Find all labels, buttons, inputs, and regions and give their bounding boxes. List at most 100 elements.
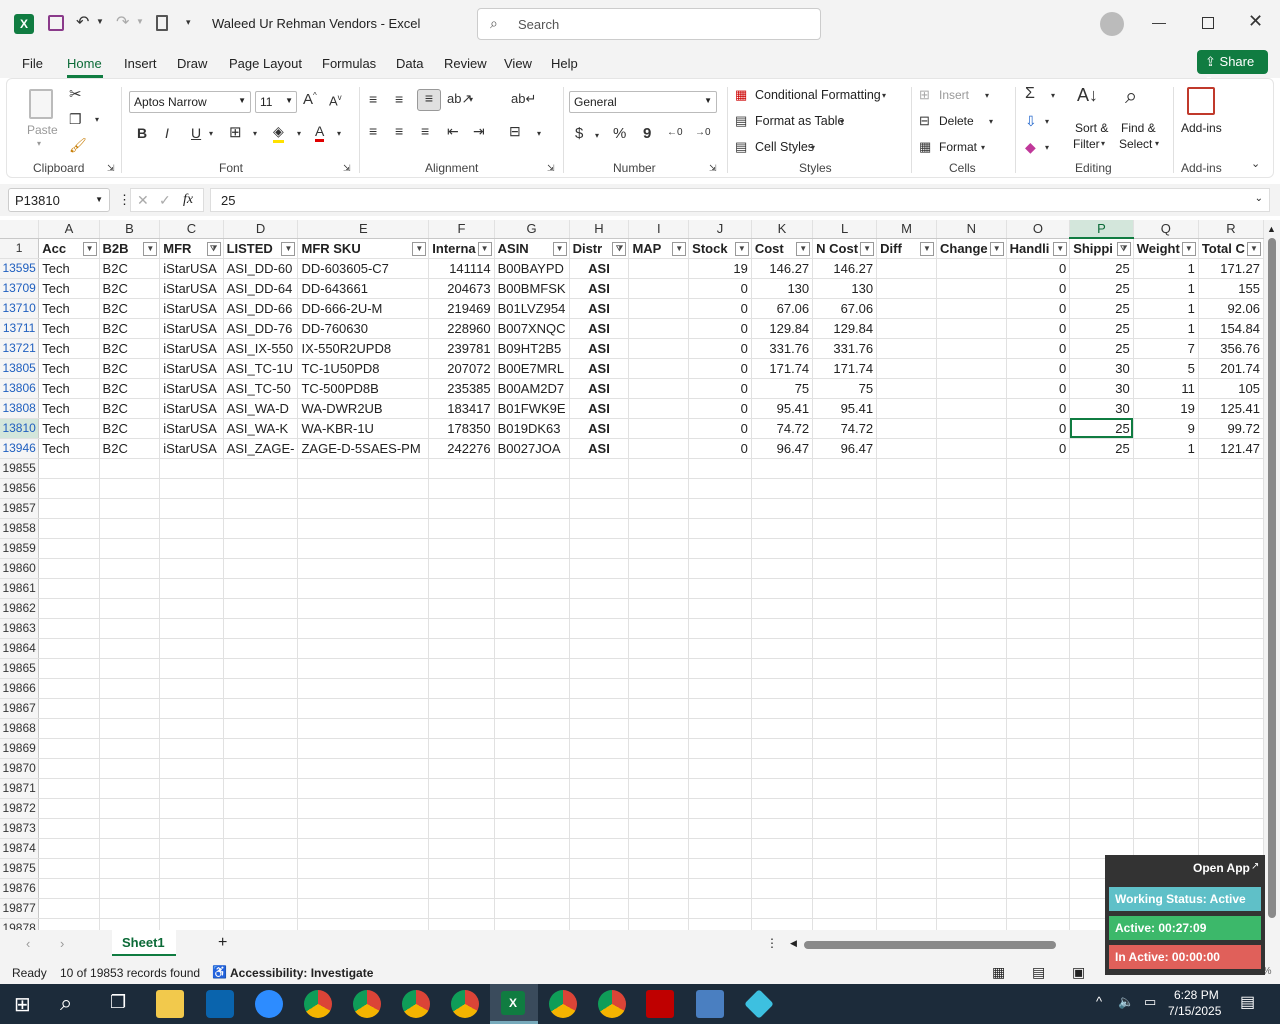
empty-cell[interactable] (159, 598, 224, 619)
empty-cell[interactable] (223, 738, 299, 759)
empty-cell[interactable] (1069, 458, 1134, 479)
align-top-icon[interactable]: ≡ (369, 91, 377, 107)
empty-cell[interactable] (1133, 518, 1199, 539)
table-cell[interactable]: WA-KBR-1U (297, 418, 430, 439)
empty-cell[interactable] (159, 618, 224, 639)
empty-cell[interactable] (1133, 758, 1199, 779)
empty-cell[interactable] (1006, 498, 1071, 519)
empty-cell[interactable] (159, 918, 224, 930)
tab-formulas[interactable]: Formulas (322, 56, 376, 71)
table-cell[interactable]: ASI (569, 338, 630, 359)
table-cell[interactable] (628, 438, 690, 459)
table-cell[interactable]: TC-500PD8B (297, 378, 430, 399)
chevron-down-icon[interactable]: ▾ (985, 91, 989, 100)
name-box[interactable]: P13810 ▼ (8, 188, 110, 212)
table-cell[interactable]: 154.84 (1198, 318, 1264, 339)
empty-cell[interactable] (159, 678, 224, 699)
empty-cell[interactable] (1006, 638, 1071, 659)
fill-color-icon[interactable]: ◈ (273, 123, 284, 143)
header-cell[interactable]: Change ▼ (936, 238, 1007, 259)
empty-cell[interactable] (876, 678, 937, 699)
row-header[interactable]: 13808 (0, 398, 40, 419)
number-format-select[interactable]: General ▼ (569, 91, 717, 113)
delete-cells-button[interactable]: Delete (939, 114, 974, 128)
account-avatar[interactable] (1100, 12, 1124, 36)
page-break-view-icon[interactable]: ▣ (1072, 964, 1085, 981)
sheet-tab-sheet1[interactable]: Sheet1 (112, 930, 176, 956)
empty-cell[interactable] (223, 878, 299, 899)
table-cell[interactable]: B00E7MRL (494, 358, 570, 379)
empty-cell[interactable] (1006, 558, 1071, 579)
network-icon[interactable]: ▭ (1144, 994, 1156, 1010)
empty-cell[interactable] (688, 758, 752, 779)
empty-cell[interactable] (38, 838, 100, 859)
vertical-scrollbar[interactable]: ▲ (1264, 220, 1280, 930)
undo-icon[interactable]: ↶ (76, 12, 89, 32)
empty-cell[interactable] (1006, 758, 1071, 779)
empty-cell[interactable] (936, 698, 1007, 719)
empty-cell[interactable] (936, 798, 1007, 819)
empty-cell[interactable] (569, 918, 630, 930)
empty-cell[interactable] (688, 538, 752, 559)
empty-cell[interactable] (569, 618, 630, 639)
row-header[interactable]: 19862 (0, 598, 40, 619)
table-cell[interactable]: 25 (1069, 438, 1134, 459)
empty-cell[interactable] (38, 558, 100, 579)
empty-cell[interactable] (223, 458, 299, 479)
filter-dropdown-icon[interactable]: ▼ (919, 241, 934, 256)
empty-cell[interactable] (1133, 678, 1199, 699)
table-cell[interactable] (936, 338, 1007, 359)
empty-cell[interactable] (1198, 698, 1264, 719)
row-header[interactable]: 19878 (0, 918, 40, 930)
table-cell[interactable]: DD-760630 (297, 318, 430, 339)
empty-cell[interactable] (628, 918, 690, 930)
table-cell[interactable]: 95.41 (751, 398, 814, 419)
empty-cell[interactable] (876, 498, 937, 519)
empty-cell[interactable] (812, 898, 878, 919)
empty-cell[interactable] (297, 718, 430, 739)
table-cell[interactable]: 0 (1006, 318, 1071, 339)
empty-cell[interactable] (38, 678, 100, 699)
underline-dropdown-icon[interactable]: ▾ (209, 129, 213, 138)
chrome-icon[interactable] (451, 990, 479, 1018)
empty-cell[interactable] (1133, 598, 1199, 619)
table-cell[interactable]: 7 (1133, 338, 1199, 359)
empty-cell[interactable] (159, 778, 224, 799)
filter-dropdown-icon[interactable]: ▼ (82, 241, 97, 256)
table-cell[interactable]: Tech (38, 338, 100, 359)
fill-color-dropdown-icon[interactable]: ▾ (297, 129, 301, 138)
table-cell[interactable]: B00AM2D7 (494, 378, 570, 399)
empty-cell[interactable] (99, 798, 161, 819)
empty-cell[interactable] (159, 538, 224, 559)
empty-cell[interactable] (1069, 758, 1134, 779)
format-painter-icon[interactable]: 🖌 (69, 137, 87, 154)
accessibility-status[interactable]: Accessibility: Investigate (230, 966, 373, 980)
chrome-icon[interactable] (304, 990, 332, 1018)
column-header-p[interactable]: P (1069, 220, 1134, 239)
close-button[interactable]: ✕ (1248, 11, 1263, 32)
filter-dropdown-icon[interactable]: ▼ (734, 241, 749, 256)
empty-cell[interactable] (1198, 618, 1264, 639)
table-cell[interactable]: ASI (569, 318, 630, 339)
empty-cell[interactable] (428, 918, 495, 930)
column-header-e[interactable]: E (297, 220, 430, 239)
empty-cell[interactable] (628, 838, 690, 859)
table-cell[interactable]: 146.27 (751, 258, 814, 279)
table-cell[interactable]: iStarUSA (159, 398, 224, 419)
empty-cell[interactable] (628, 458, 690, 479)
filter-dropdown-icon[interactable]: ▼ (672, 241, 687, 256)
table-cell[interactable]: ASI_DD-66 (223, 298, 299, 319)
empty-cell[interactable] (812, 678, 878, 699)
empty-cell[interactable] (812, 838, 878, 859)
empty-cell[interactable] (936, 898, 1007, 919)
table-cell[interactable]: 0 (688, 398, 752, 419)
empty-cell[interactable] (428, 818, 495, 839)
empty-cell[interactable] (688, 698, 752, 719)
empty-cell[interactable] (876, 558, 937, 579)
find-select-label-2[interactable]: Select (1119, 137, 1152, 151)
row-header[interactable]: 19859 (0, 538, 40, 559)
empty-cell[interactable] (876, 618, 937, 639)
empty-cell[interactable] (428, 698, 495, 719)
table-cell[interactable] (936, 298, 1007, 319)
tab-home[interactable]: Home (67, 56, 102, 71)
